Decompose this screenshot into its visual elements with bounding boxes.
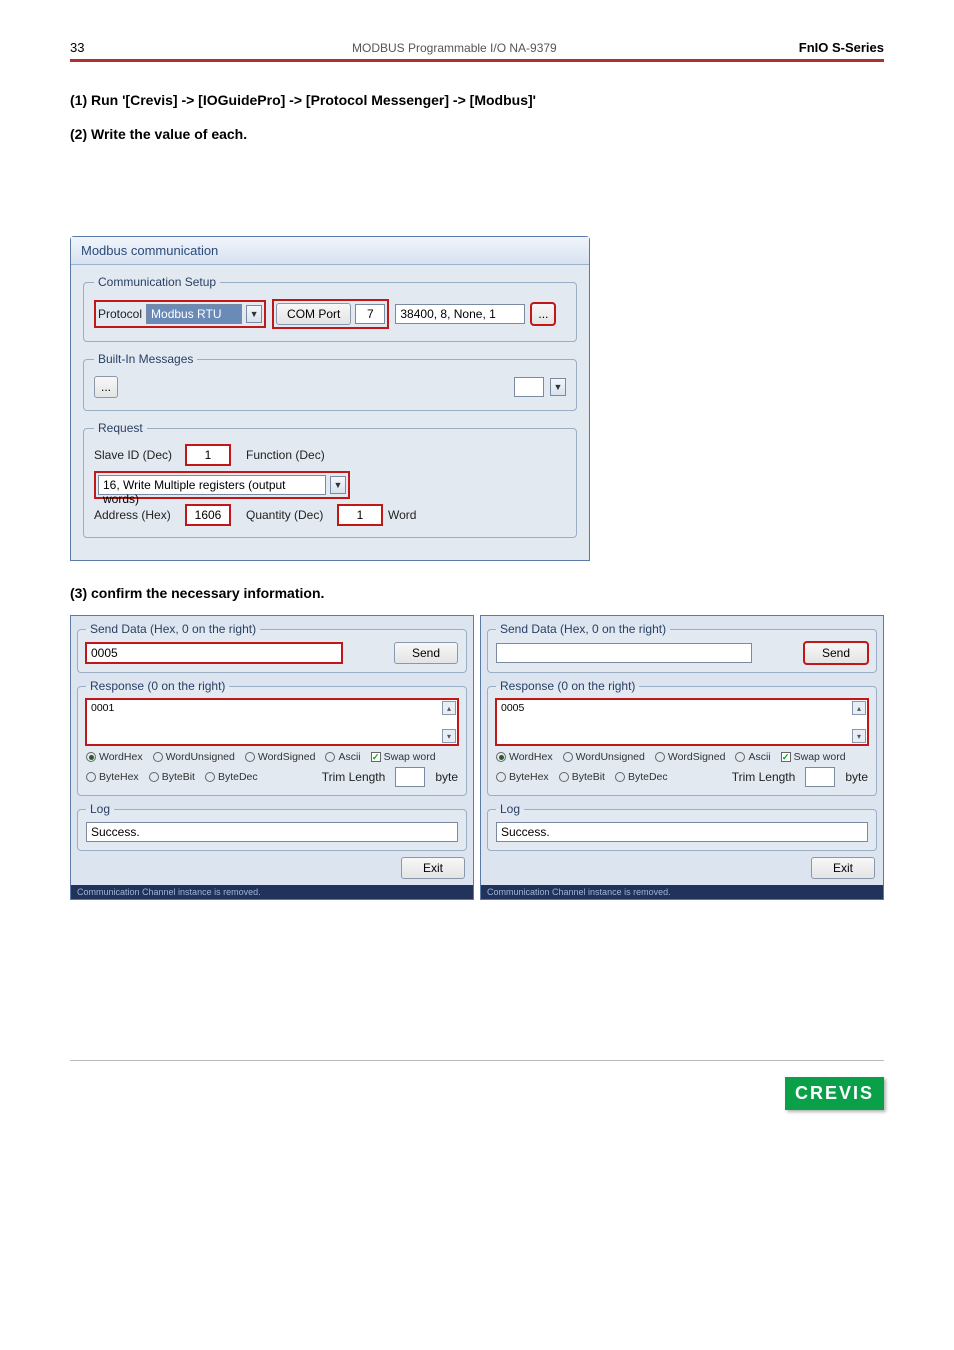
step-3-text: (3) confirm the necessary information. [70,585,884,601]
builtin-more-button[interactable]: ... [94,376,118,398]
communication-setup-group: Communication Setup Protocol Modbus RTU … [83,275,577,342]
request-legend: Request [94,421,147,435]
log-text-right: Success. [496,822,868,842]
response-legend-left: Response (0 on the right) [86,679,229,693]
log-legend-right: Log [496,802,524,816]
address-label: Address (Hex) [94,508,180,522]
protocol-label: Protocol [98,307,142,321]
radio-bytehex-r[interactable]: ByteHex [496,771,549,783]
radio-ascii[interactable]: Ascii [325,751,360,763]
quantity-label: Quantity (Dec) [246,508,332,522]
status-bar-left: Communication Channel instance is remove… [71,885,473,899]
send-legend-left: Send Data (Hex, 0 on the right) [86,622,260,636]
radio-wordunsigned-r[interactable]: WordUnsigned [563,751,645,763]
builtin-dropdown-icon[interactable]: ▼ [550,378,566,396]
send-button-left[interactable]: Send [394,642,458,664]
trim-unit-r: byte [845,770,868,784]
log-text-left: Success. [86,822,458,842]
scroll-down-icon[interactable]: ▾ [442,729,456,743]
crevis-logo: CREVIS [785,1077,884,1110]
scroll-down-icon[interactable]: ▾ [852,729,866,743]
modbus-comm-window: Modbus communication Communication Setup… [70,236,590,561]
radio-ascii-r[interactable]: Ascii [735,751,770,763]
slave-id-input[interactable]: 1 [186,445,230,465]
function-select[interactable]: 16, Write Multiple registers (output wor… [98,475,326,495]
radio-bytehex[interactable]: ByteHex [86,771,139,783]
scroll-up-icon[interactable]: ▴ [442,701,456,715]
footer-rule [70,1060,884,1061]
send-button-right[interactable]: Send [804,642,868,664]
protocol-select[interactable]: Modbus RTU [146,304,242,324]
quantity-input[interactable]: 1 [338,505,382,525]
page-number: 33 [70,40,110,55]
status-bar-right: Communication Channel instance is remove… [481,885,883,899]
response-text-right[interactable]: 0005 ▴ ▾ [496,699,868,745]
trim-length-input[interactable] [395,767,425,787]
radio-bytedec-r[interactable]: ByteDec [615,771,668,783]
response-legend-right: Response (0 on the right) [496,679,639,693]
radio-wordsigned[interactable]: WordSigned [245,751,316,763]
slave-id-label: Slave ID (Dec) [94,448,180,462]
trim-unit: byte [435,770,458,784]
send-data-input-left[interactable]: 0005 [86,643,342,663]
address-input[interactable]: 1606 [186,505,230,525]
comm-more-button[interactable]: ... [531,303,555,325]
comm-setup-legend: Communication Setup [94,275,220,289]
send-legend-right: Send Data (Hex, 0 on the right) [496,622,670,636]
step-1-text: (1) Run '[Crevis] -> [IOGuidePro] -> [Pr… [70,92,884,108]
send-dialog-left: Send Data (Hex, 0 on the right) 0005 Sen… [70,615,474,900]
radio-wordunsigned[interactable]: WordUnsigned [153,751,235,763]
series-label: FnIO S-Series [799,40,884,55]
step-2-text: (2) Write the value of each. [70,126,884,142]
serial-params-field: 38400, 8, None, 1 [395,304,525,324]
radio-bytebit[interactable]: ByteBit [149,771,195,783]
comport-value[interactable]: 7 [355,304,385,324]
function-dropdown-icon[interactable]: ▼ [330,476,346,494]
window-title: Modbus communication [71,237,589,265]
radio-bytebit-r[interactable]: ByteBit [559,771,605,783]
quantity-unit: Word [388,508,416,522]
radio-wordhex[interactable]: WordHex [86,751,143,763]
doc-title: MODBUS Programmable I/O NA-9379 [110,41,799,55]
radio-bytedec[interactable]: ByteDec [205,771,258,783]
send-dialog-right: Send Data (Hex, 0 on the right) Send Res… [480,615,884,900]
log-legend-left: Log [86,802,114,816]
builtin-legend: Built-In Messages [94,352,197,366]
comport-button[interactable]: COM Port [276,303,351,325]
radio-wordsigned-r[interactable]: WordSigned [655,751,726,763]
function-label: Function (Dec) [246,448,325,462]
trim-length-label: Trim Length [322,770,386,784]
check-swapword[interactable]: Swap word [371,751,436,763]
exit-button-left[interactable]: Exit [401,857,465,879]
exit-button-right[interactable]: Exit [811,857,875,879]
response-text-left[interactable]: 0001 ▴ ▾ [86,699,458,745]
header-rule [70,59,884,62]
send-data-input-right[interactable] [496,643,752,663]
builtin-messages-group: Built-In Messages ... ▼ [83,352,577,411]
radio-wordhex-r[interactable]: WordHex [496,751,553,763]
request-group: Request Slave ID (Dec) 1 Function (Dec) … [83,421,577,538]
protocol-dropdown-icon[interactable]: ▼ [246,305,262,323]
scroll-up-icon[interactable]: ▴ [852,701,866,715]
check-swapword-r[interactable]: Swap word [781,751,846,763]
trim-length-label-r: Trim Length [732,770,796,784]
trim-length-input-r[interactable] [805,767,835,787]
